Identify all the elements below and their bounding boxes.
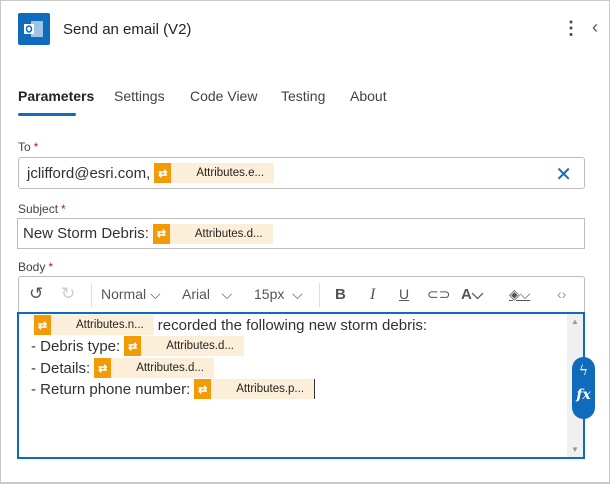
dynamic-token[interactable]: ⇄ Attributes.p...	[194, 379, 316, 399]
token-icon: ⇄	[94, 358, 112, 378]
body-text: recorded the following new storm debris:	[157, 316, 428, 334]
token-label: Attributes.d...	[136, 362, 204, 374]
italic-icon[interactable]: I	[370, 286, 375, 304]
tab-testing[interactable]: Testing	[281, 88, 325, 104]
chevron-left-icon[interactable]: ‹	[592, 17, 598, 38]
token-label: Attributes.n...	[76, 319, 144, 331]
dynamic-token[interactable]: ⇄ Attributes.e...	[154, 163, 275, 183]
rich-text-toolbar: ↺ ↻ Normal ⌵ Arial ⌵ 15px ⌵ B I U ⊂⊃ A⌵ …	[18, 276, 585, 313]
undo-icon[interactable]: ↺	[29, 284, 43, 304]
bold-icon[interactable]: B	[335, 286, 346, 303]
highlight-icon[interactable]: ◈⌵	[509, 286, 530, 303]
token-label: Attributes.d...	[194, 227, 263, 240]
dynamic-token[interactable]: ⇄ Attributes.d...	[94, 358, 214, 378]
body-text: - Details:	[31, 359, 91, 377]
action-title: Send an email (V2)	[63, 21, 192, 38]
token-label: Attributes.e...	[196, 167, 265, 179]
body-editor[interactable]: ⇄ Attributes.n... recorded the following …	[17, 312, 585, 459]
scroll-down-icon[interactable]: ▼	[567, 445, 583, 454]
token-icon: ⇄	[34, 315, 51, 335]
subject-label: Subject *	[18, 202, 66, 216]
tab-parameters[interactable]: Parameters	[18, 88, 94, 104]
tab-about[interactable]: About	[350, 88, 387, 104]
tab-settings[interactable]: Settings	[114, 88, 165, 104]
token-icon: ⇄	[124, 336, 142, 356]
clear-icon[interactable]: ✕	[555, 162, 572, 187]
font-dropdown[interactable]: Arial ⌵	[182, 286, 232, 303]
to-text: jclifford@esri.com,	[27, 164, 151, 182]
style-dropdown[interactable]: Normal ⌵	[101, 286, 161, 303]
body-label: Body *	[18, 260, 54, 274]
dynamic-token[interactable]: ⇄ Attributes.d...	[152, 223, 273, 244]
to-label: To *	[18, 140, 39, 154]
token-icon: ⇄	[152, 223, 170, 244]
dynamic-token[interactable]: ⇄ Attributes.n...	[34, 315, 154, 335]
lightning-icon[interactable]: ϟ	[572, 357, 595, 379]
subject-input[interactable]: New Storm Debris: ⇄ Attributes.d...	[17, 218, 585, 249]
dynamic-content-pill: ϟ fx	[572, 357, 595, 419]
token-icon: ⇄	[194, 379, 212, 399]
divider	[319, 283, 320, 307]
font-color-icon[interactable]: A⌵	[461, 286, 483, 303]
redo-icon[interactable]: ↻	[61, 284, 75, 304]
token-label: Attributes.d...	[166, 340, 234, 352]
scroll-up-icon[interactable]: ▲	[567, 314, 583, 326]
to-input[interactable]: jclifford@esri.com, ⇄ Attributes.e... ✕	[18, 157, 585, 189]
more-vertical-icon[interactable]: ⋮	[562, 18, 580, 38]
tab-code-view[interactable]: Code View	[190, 88, 257, 104]
divider	[91, 283, 92, 307]
active-tab-indicator	[18, 113, 76, 116]
fx-icon[interactable]: fx	[572, 379, 595, 403]
underline-icon[interactable]: U	[399, 286, 409, 302]
body-text: - Debris type:	[31, 337, 121, 355]
subject-text: New Storm Debris:	[23, 225, 149, 242]
outlook-icon	[18, 13, 50, 45]
dynamic-token[interactable]: ⇄ Attributes.d...	[124, 336, 244, 356]
link-icon[interactable]: ⊂⊃	[427, 286, 450, 303]
body-text: - Return phone number:	[31, 380, 191, 398]
token-icon: ⇄	[154, 163, 172, 183]
code-view-icon[interactable]: ‹›	[557, 286, 566, 302]
size-dropdown[interactable]: 15px ⌵	[254, 286, 303, 303]
token-label: Attributes.p...	[236, 383, 305, 395]
